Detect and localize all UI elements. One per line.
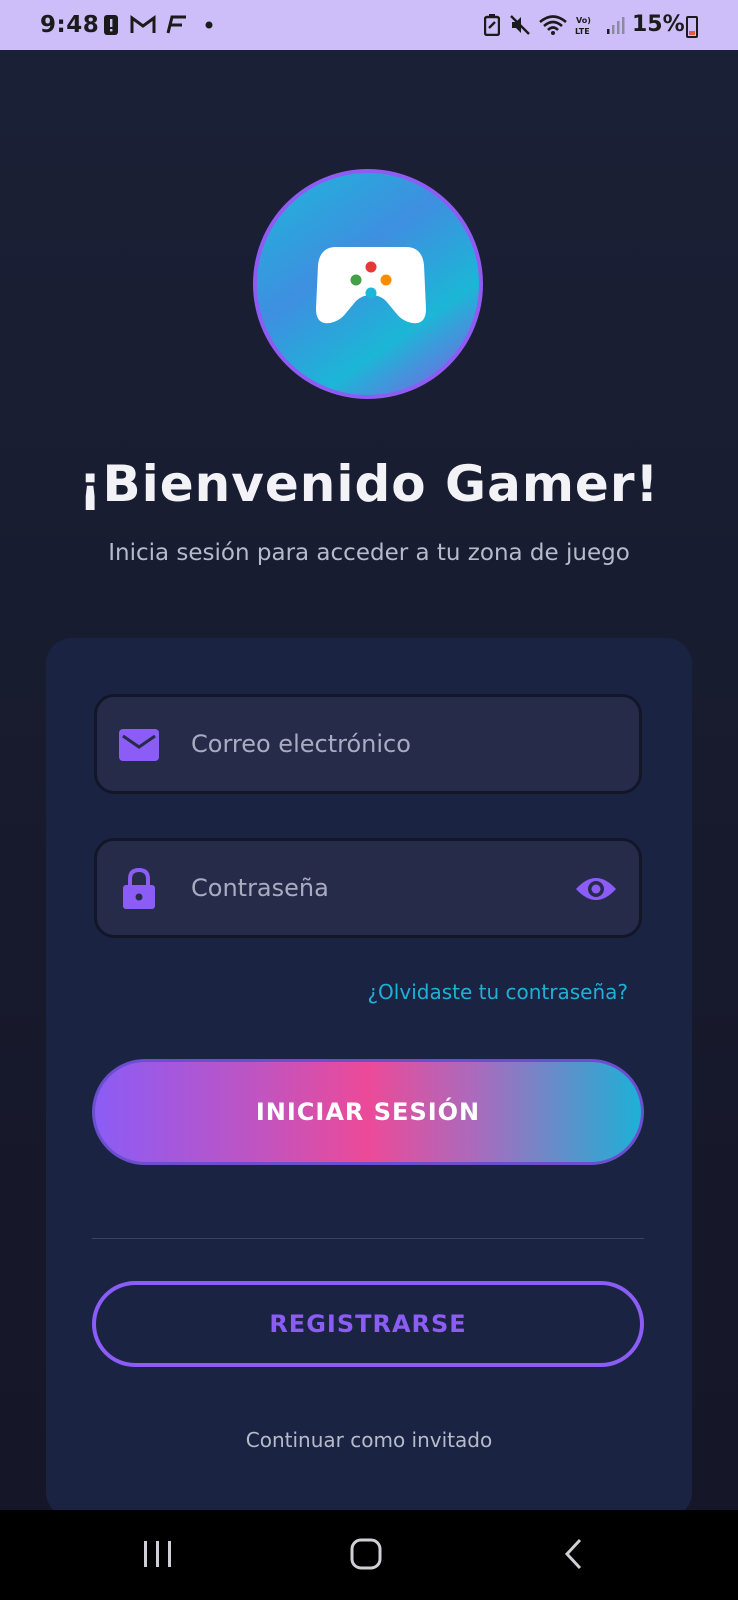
mute-icon xyxy=(508,13,532,37)
email-placeholder: Correo electrónico xyxy=(191,730,411,758)
svg-text:Vo): Vo) xyxy=(576,16,591,25)
eye-icon[interactable] xyxy=(573,873,619,905)
back-icon[interactable] xyxy=(558,1534,588,1574)
email-field[interactable]: Correo electrónico xyxy=(94,694,642,794)
dot-icon xyxy=(204,13,214,37)
login-screen: ¡Bienvenido Gamer! Inicia sesión para ac… xyxy=(0,50,738,1518)
app-f-icon xyxy=(164,13,188,37)
register-button[interactable]: REGISTRARSE xyxy=(92,1281,644,1367)
page-subtitle: Inicia sesión para acceder a tu zona de … xyxy=(108,540,630,566)
guest-link[interactable]: Continuar como invitado xyxy=(46,1428,692,1452)
alert-icon xyxy=(102,13,120,37)
battery-icon xyxy=(686,16,698,38)
gmail-icon xyxy=(130,13,156,37)
battery-saver-icon xyxy=(482,13,502,37)
page-title: ¡Bienvenido Gamer! xyxy=(78,455,660,513)
app-logo xyxy=(253,169,483,399)
forgot-password-link[interactable]: ¿Olvidaste tu contraseña? xyxy=(367,980,628,1004)
password-placeholder: Contraseña xyxy=(191,874,329,902)
home-icon[interactable] xyxy=(346,1534,386,1574)
mail-icon xyxy=(119,727,159,763)
system-nav-bar xyxy=(0,1510,738,1600)
recents-icon[interactable] xyxy=(136,1534,180,1574)
gamepad-icon xyxy=(316,247,426,324)
signal-icon xyxy=(604,13,626,37)
login-card: Correo electrónico Contraseña ¿Olvidaste… xyxy=(46,638,692,1518)
divider xyxy=(92,1238,644,1239)
status-time: 9:48 xyxy=(40,12,100,38)
login-button[interactable]: INICIAR SESIÓN xyxy=(92,1059,644,1165)
volte-lte-icon: Vo) LTE xyxy=(574,13,598,37)
status-bar: 9:48 Vo) LTE 15% xyxy=(0,0,738,50)
password-field[interactable]: Contraseña xyxy=(94,838,642,938)
wifi-icon xyxy=(538,13,568,37)
battery-percentage: 15% xyxy=(632,12,685,37)
svg-text:LTE: LTE xyxy=(575,27,590,36)
lock-icon xyxy=(119,868,159,909)
